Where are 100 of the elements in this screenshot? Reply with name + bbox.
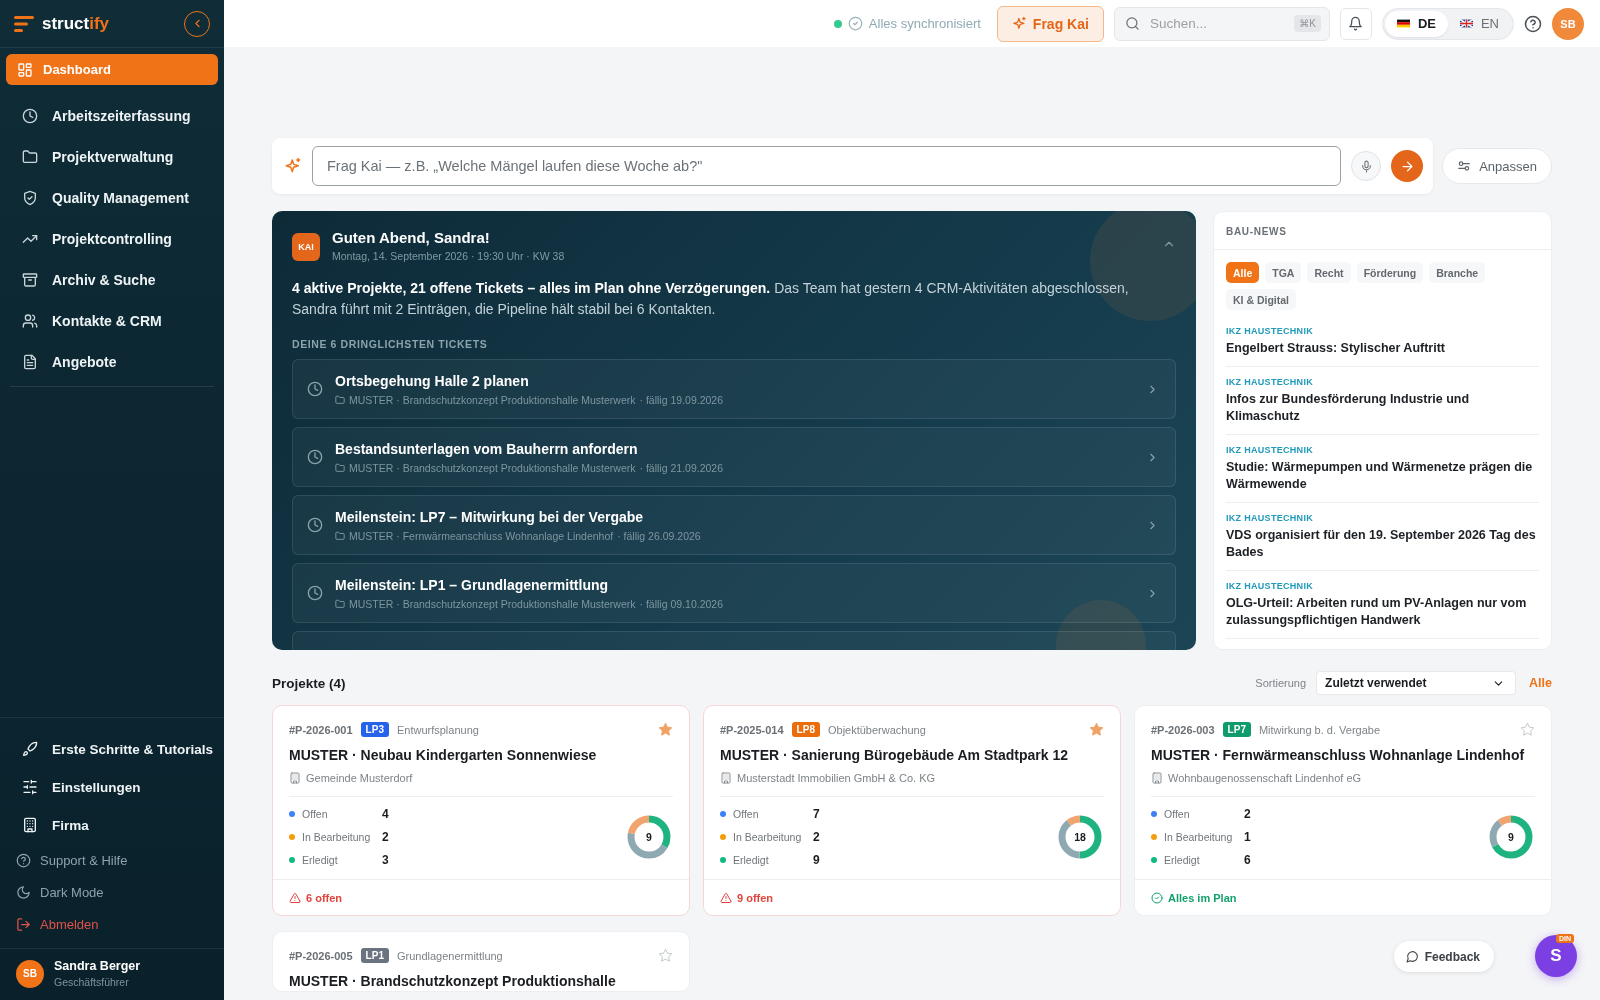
stat-label: In Bearbeitung <box>302 831 372 843</box>
sort-dropdown[interactable]: Zuletzt verwendet <box>1316 671 1517 695</box>
folder-icon <box>22 148 38 165</box>
stat-value: 2 <box>813 830 820 844</box>
star-icon[interactable] <box>658 948 673 963</box>
flag-icon <box>1459 19 1473 28</box>
status-text: Alles im Plan <box>1168 891 1237 904</box>
help-button[interactable] <box>1524 14 1542 33</box>
stat-value: 7 <box>813 807 820 821</box>
project-id: #P-2026-001 <box>289 723 353 736</box>
star-icon[interactable] <box>1089 722 1104 737</box>
news-link[interactable]: VDS organisiert für den 19. September 2026 Tag des Bades <box>1226 527 1539 561</box>
section-title: Projekte (4) <box>272 675 347 691</box>
status-dot <box>833 19 842 28</box>
panel-title: BAU-NEWS <box>1214 212 1551 250</box>
progress-ring <box>1487 813 1535 861</box>
filter-chip[interactable]: TGA <box>1265 262 1302 283</box>
ring-total: 9 <box>646 831 652 843</box>
clock-icon <box>307 449 323 465</box>
stat-value: 3 <box>382 853 389 867</box>
status-text: 6 offen <box>306 891 343 904</box>
sparkle-icon <box>1011 16 1027 31</box>
user-role: Geschäftsführer <box>54 976 130 988</box>
bell-icon <box>1348 16 1364 31</box>
ticket-project: MUSTER · Brandschutzkonzept Produktionshalle Musterwerk <box>349 393 636 406</box>
nav-item[interactable]: Arbeitszeiterfassung <box>6 95 218 136</box>
nav-item[interactable]: Quality Management <box>6 177 218 218</box>
language-option[interactable]: DE <box>1384 10 1448 37</box>
customize-button[interactable]: Anpassen <box>1442 148 1552 184</box>
shield-icon <box>22 189 38 206</box>
filter-chip[interactable]: Recht <box>1307 262 1351 283</box>
rocket-icon <box>22 741 38 757</box>
building-icon <box>1151 772 1163 784</box>
news-link[interactable]: Engelbert Strauss: Stylischer Auftritt <box>1226 340 1539 357</box>
summary-text: 4 aktive Projekte, 21 offene Tickets – alles im Plan ohne Verzögerungen. Das Team hat gestern 4 CRM-Aktivitäten abgeschlossen, Sandra führt mit 2 Einträgen, die Pipeline hält stabil bei 6 Kontakten. <box>292 279 1130 319</box>
user-name: Sandra Berger <box>54 959 141 973</box>
filter-chip[interactable]: Förderung <box>1356 262 1424 283</box>
clock-icon <box>307 585 323 601</box>
nav-item[interactable]: Archiv & Suche <box>6 259 218 300</box>
news-source: IKZ HAUSTECHNIK <box>1226 581 1314 591</box>
filter-chip[interactable]: KI & Digital <box>1226 289 1296 310</box>
folder-icon <box>335 530 345 541</box>
project-card[interactable]: #P-2025-014 LP8 Objektüberwachung MUSTER · Sanierung Bürogebäude Am Stadtpark 12 Musterstadt Immobilien GmbH & Co. KG Offen 7 In Bearbeitung 2 Erledigt 9 18 9 offen <box>703 705 1121 916</box>
logo-text: structify <box>42 13 111 34</box>
notifications-button[interactable] <box>1339 7 1372 40</box>
nav-item[interactable]: Firma <box>6 806 218 844</box>
ticket-row[interactable]: Ortsbegehung Halle 2 planen MUSTER · Brandschutzkonzept Produktionshalle Musterwerk · fällig 19.09.2026 <box>292 359 1176 419</box>
news-link[interactable]: OLG-Urteil: Arbeiten rund um PV-Anlagen nur vom zulassungspflichtigen Handwerk <box>1226 595 1539 629</box>
star-icon[interactable] <box>658 722 673 737</box>
nav-item[interactable]: Angebote <box>6 341 218 382</box>
news-link[interactable]: Studie: Wärmepumpen und Wärmenetze prägen die Wärmewende <box>1226 459 1539 493</box>
mic-button[interactable] <box>1351 151 1382 181</box>
ticket-row[interactable]: Bestandsunterlagen vom Bauherrn anfordern MUSTER · Brandschutzkonzept Produktionshalle Musterwerk · fällig 21.09.2026 <box>292 427 1176 487</box>
stat-label: Erledigt <box>1164 854 1201 866</box>
send-button[interactable] <box>1391 150 1424 182</box>
status-text: 9 offen <box>737 891 774 904</box>
news-link[interactable]: Infos zur Bundesförderung Industrie und Klimaschutz <box>1226 391 1539 425</box>
star-icon[interactable] <box>1520 722 1535 737</box>
project-card[interactable]: #P-2026-003 LP7 Mitwirkung b. d. Vergabe MUSTER · Fernwärmeanschluss Wohnanlage Lindenhof Wohnbaugenossenschaft Lindenhof eG Offen 2 In Bearbeitung 1 Erledigt 6 9 Alles im Plan <box>1134 705 1552 916</box>
nav-item[interactable]: Support & Hilfe <box>6 844 218 876</box>
ask-input[interactable]: Frag Kai — z.B. „Welche Mängel laufen diese Woche ab?" <box>312 146 1342 186</box>
building-icon <box>22 817 38 833</box>
nav-item[interactable]: Projektverwaltung <box>6 136 218 177</box>
date-line: Montag, 14. September 2026 · 19:30 Uhr · KW 38 <box>332 250 566 262</box>
language-option[interactable]: EN <box>1447 10 1511 37</box>
search-icon <box>1124 16 1140 31</box>
ticket-row[interactable]: Meilenstein: LP7 – Mitwirkung bei der Vergabe MUSTER · Fernwärmeanschluss Wohnanlage Lindenhof · fällig 26.09.2026 <box>292 495 1176 555</box>
sliders-icon <box>22 779 38 795</box>
nav-item[interactable]: Erste Schritte & Tutorials <box>6 730 218 768</box>
project-card[interactable]: #P-2026-001 LP3 Entwurfsplanung MUSTER · Neubau Kindergarten Sonnenwiese Gemeinde Musterdorf Offen 4 In Bearbeitung 2 Erledigt 3 9 6 offen <box>272 705 690 916</box>
stat-label: Offen <box>1164 808 1191 820</box>
section-heading: DEINE 6 DRINGLICHSTEN TICKETS <box>292 338 489 350</box>
logo-icon <box>14 15 34 32</box>
stat-label: In Bearbeitung <box>1164 831 1234 843</box>
clock-icon <box>307 517 323 533</box>
nav-item[interactable]: Abmelden <box>6 908 218 940</box>
logout-icon <box>16 916 31 932</box>
project-title: MUSTER · Fernwärmeanschluss Wohnanlage Lindenhof <box>1151 746 1526 765</box>
client-name: Gemeinde Musterdorf <box>306 772 413 784</box>
greeting: Guten Abend, Sandra! <box>332 229 491 246</box>
ticket-due: · fällig 19.09.2026 <box>639 393 723 406</box>
project-card[interactable]: #P-2026-005 LP1 Grundlagenermittlung MUSTER · Brandschutzkonzept Produktionshalle <box>272 931 690 992</box>
ticket-row[interactable]: Meilenstein: LP1 – Grundlagenermittlung MUSTER · Brandschutzkonzept Produktionshalle Musterwerk · fällig 09.10.2026 <box>292 563 1176 623</box>
filter-chip[interactable]: Branche <box>1429 262 1486 283</box>
nav-item[interactable]: Einstellungen <box>6 768 218 806</box>
phase-name: Entwurfsplanung <box>396 723 480 736</box>
feedback-button[interactable]: Feedback <box>1393 941 1494 972</box>
phase-badge: LP8 <box>791 722 820 737</box>
nav-item[interactable]: Dark Mode <box>6 876 218 908</box>
nav-item[interactable]: Projektcontrolling <box>6 218 218 259</box>
nav-item[interactable]: Kontakte & CRM <box>6 300 218 341</box>
ring-total: 9 <box>1508 831 1514 843</box>
check-circle-icon <box>847 16 863 31</box>
search-input[interactable]: Suchen... <box>1147 15 1287 32</box>
clock-icon <box>307 381 323 397</box>
stat-label: Erledigt <box>302 854 339 866</box>
warning-icon <box>289 891 301 904</box>
moon-icon <box>16 884 31 900</box>
news-source: IKZ HAUSTECHNIK <box>1226 445 1314 455</box>
project-title: MUSTER · Brandschutzkonzept Produktionshalle <box>289 972 617 991</box>
